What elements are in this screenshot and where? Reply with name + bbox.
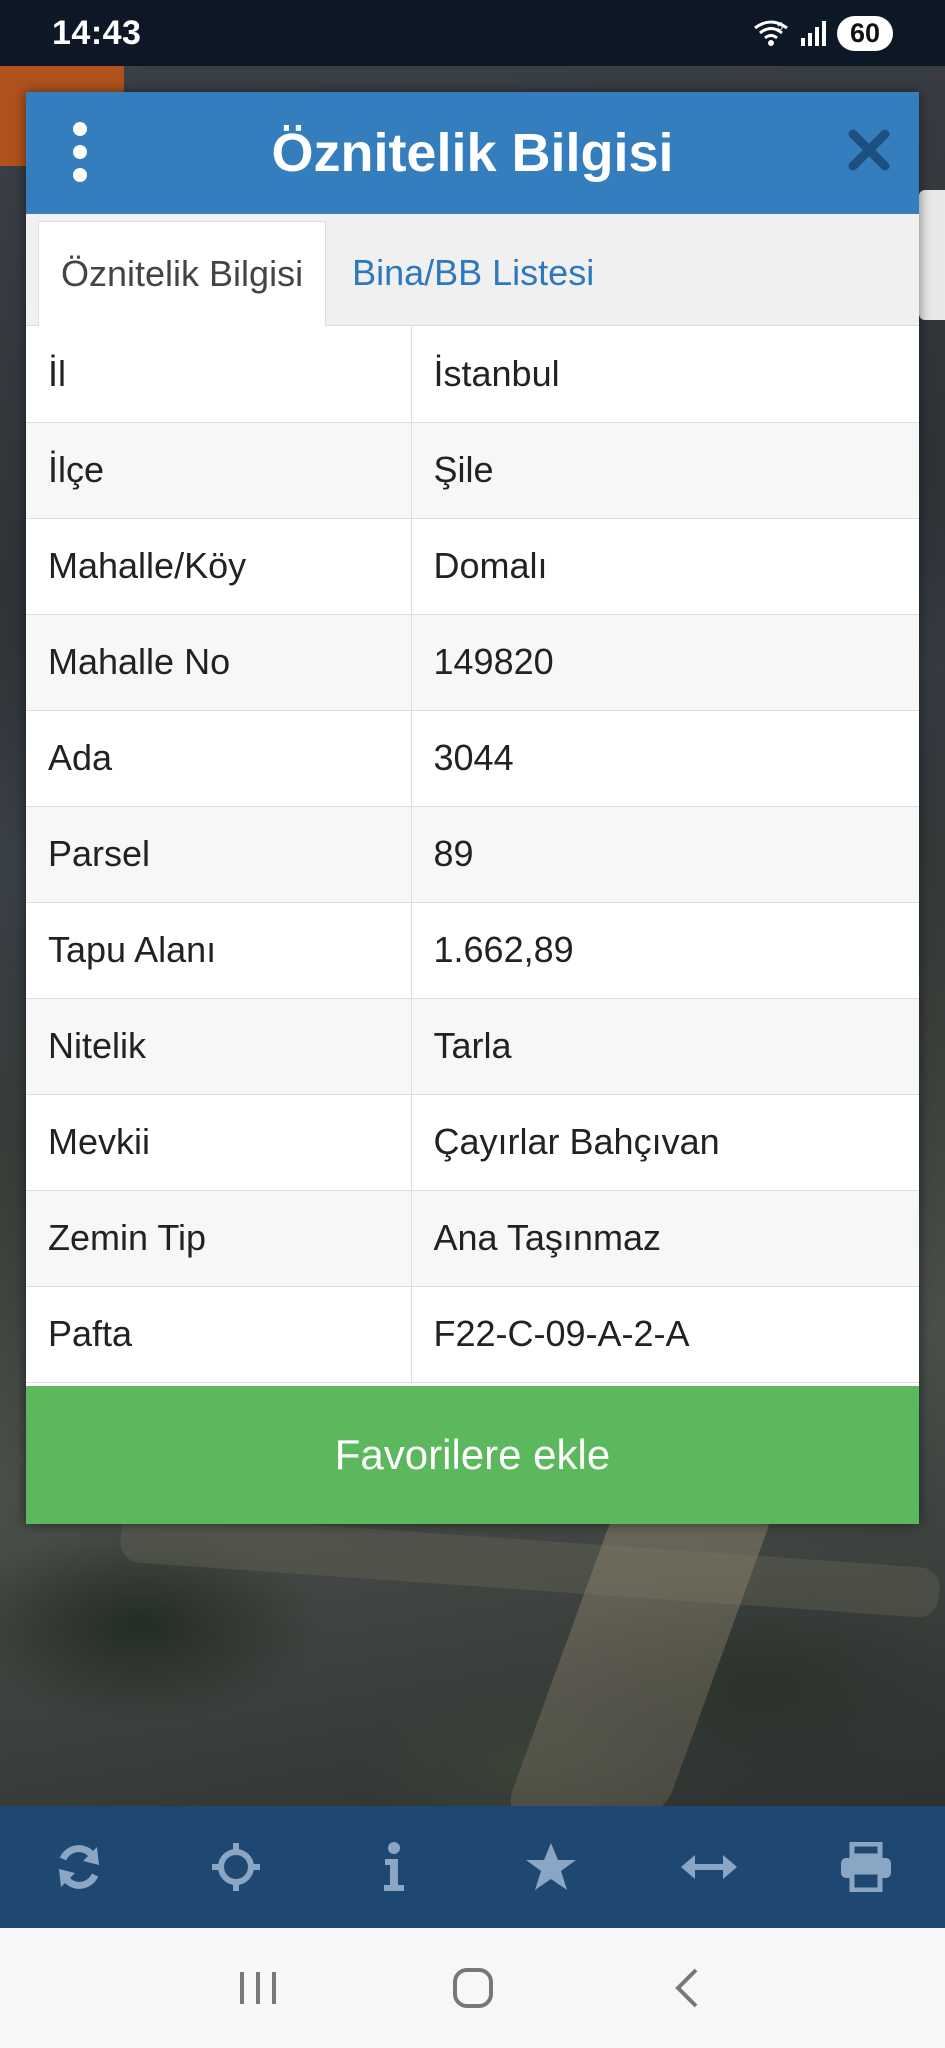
battery-indicator: 60 [837, 15, 893, 51]
signal-icon [799, 20, 827, 46]
more-options-icon[interactable] [64, 122, 96, 182]
add-to-favorites-button[interactable]: Favorilere ekle [26, 1386, 919, 1524]
table-row: Pafta F22-C-09-A-2-A [26, 1286, 919, 1383]
refresh-icon[interactable] [39, 1827, 119, 1907]
row-key: Mevkii [26, 1094, 412, 1191]
row-value: Domalı [411, 518, 919, 615]
table-row: Mahalle/Köy Domalı [26, 518, 919, 615]
tab-attribute-info[interactable]: Öznitelik Bilgisi [38, 221, 327, 326]
info-icon[interactable] [354, 1827, 434, 1907]
row-key: Tapu Alanı [26, 902, 412, 999]
row-key: Parsel [26, 806, 412, 903]
row-value: İstanbul [411, 326, 919, 423]
row-value: Çayırlar Bahçıvan [411, 1094, 919, 1191]
status-icons: 5 60 [753, 15, 893, 51]
wifi-icon: 5 [753, 18, 789, 48]
dialog-title: Öznitelik Bilgisi [271, 123, 674, 183]
attribute-table: İl İstanbul İlçe Şile Mahalle/Köy Domalı Ma… [26, 326, 919, 1383]
row-value: F22-C-09-A-2-A [411, 1286, 919, 1383]
row-value: Tarla [411, 998, 919, 1095]
row-key: Nitelik [26, 998, 412, 1095]
row-key: Zemin Tip [26, 1190, 412, 1287]
system-navigation-bar [0, 1928, 945, 2048]
row-key: İlçe [26, 422, 412, 519]
row-value: 89 [411, 806, 919, 903]
print-icon[interactable] [826, 1827, 906, 1907]
dialog-tabs: Öznitelik Bilgisi Bina/BB Listesi [26, 214, 919, 326]
crosshair-icon[interactable] [196, 1827, 276, 1907]
table-row: Mahalle No 149820 [26, 614, 919, 711]
table-row: Parsel 89 [26, 806, 919, 903]
table-row: Ada 3044 [26, 710, 919, 807]
row-value: Ana Taşınmaz [411, 1190, 919, 1287]
map-side-handle [919, 190, 945, 320]
table-row: Zemin Tip Ana Taşınmaz [26, 1190, 919, 1287]
row-key: Ada [26, 710, 412, 807]
recent-apps-icon[interactable] [223, 1953, 293, 2023]
status-time: 14:43 [52, 13, 142, 52]
dialog-header: Öznitelik Bilgisi [26, 92, 919, 214]
attribute-dialog: Öznitelik Bilgisi Öznitelik Bilgisi Bina… [26, 92, 919, 1524]
table-row: Mevkii Çayırlar Bahçıvan [26, 1094, 919, 1191]
row-key: Mahalle/Köy [26, 518, 412, 615]
table-row: İlçe Şile [26, 422, 919, 519]
row-key: İl [26, 326, 412, 423]
status-bar: 14:43 5 60 [0, 0, 945, 66]
row-value: 3044 [411, 710, 919, 807]
table-row: Nitelik Tarla [26, 998, 919, 1095]
row-key: Pafta [26, 1286, 412, 1383]
wifi-badge: 5 [777, 21, 783, 33]
row-value: Şile [411, 422, 919, 519]
bottom-toolbar [0, 1806, 945, 1928]
table-row: Tapu Alanı 1.662,89 [26, 902, 919, 999]
row-value: 1.662,89 [411, 902, 919, 999]
measure-icon[interactable] [669, 1827, 749, 1907]
table-row: İl İstanbul [26, 326, 919, 423]
row-key: Mahalle No [26, 614, 412, 711]
star-icon[interactable] [511, 1827, 591, 1907]
close-icon[interactable] [847, 128, 891, 172]
back-icon[interactable] [653, 1953, 723, 2023]
home-icon[interactable] [438, 1953, 508, 2023]
tab-building-list[interactable]: Bina/BB Listesi [326, 221, 616, 325]
row-value: 149820 [411, 614, 919, 711]
